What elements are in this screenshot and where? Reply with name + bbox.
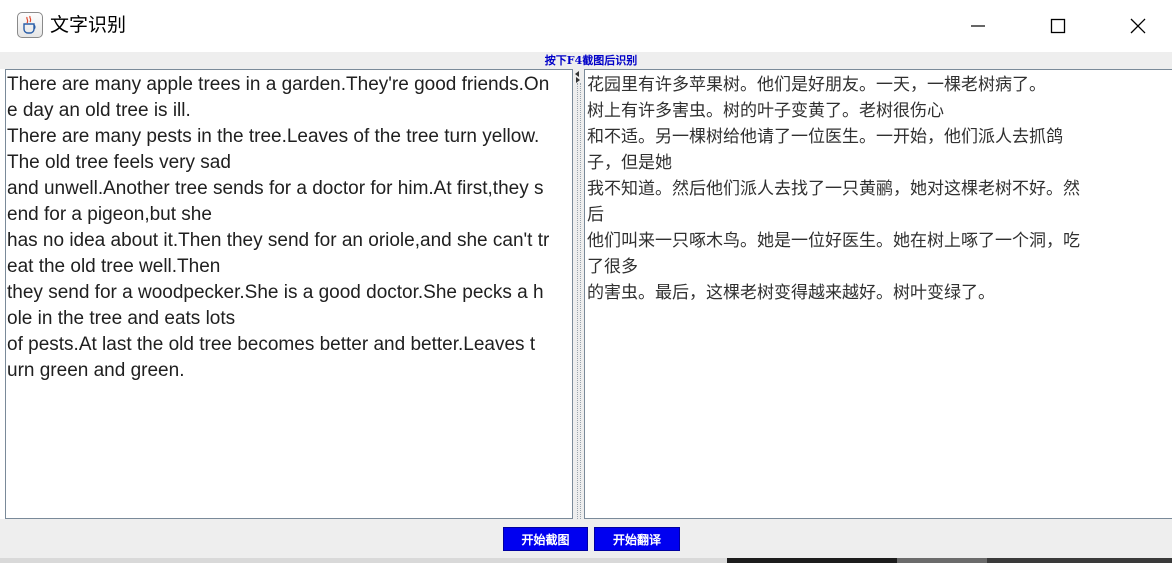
divider-grip [580,83,582,519]
maximize-button[interactable] [1028,6,1088,46]
hint-bar: 按下F4截图后识别 [0,52,1172,69]
window-title: 文字识别 [50,14,127,36]
hint-label: 按下F4截图后识别 [544,54,638,67]
button-bar: 开始截图 开始翻译 [0,519,1172,558]
translated-text-area[interactable]: 花园里有许多苹果树。他们是好朋友。一天，一棵老树病了。 树上有许多害虫。树的叶子… [584,69,1172,519]
start-capture-button[interactable]: 开始截图 [503,527,588,551]
close-button[interactable] [1108,6,1168,46]
ocr-window: 文字识别 按下F4截图后识别 There are many apple tree… [0,0,1172,558]
java-cup-icon [17,12,43,38]
minimize-icon [971,25,985,27]
desktop-segment [0,558,727,563]
recognized-text[interactable]: There are many apple trees in a garden.T… [7,72,572,384]
recognized-text-area[interactable]: There are many apple trees in a garden.T… [5,69,573,519]
divider-grip [577,83,579,519]
desktop-segment [897,558,987,563]
start-translate-button[interactable]: 开始翻译 [594,527,680,551]
translated-text[interactable]: 花园里有许多苹果树。他们是好朋友。一天，一棵老树病了。 树上有许多害虫。树的叶子… [587,72,1171,306]
close-icon [1130,18,1146,34]
desktop-background-strip [0,558,1172,563]
minimize-button[interactable] [948,6,1008,46]
desktop-segment [727,558,897,563]
maximize-icon [1050,18,1066,34]
split-pane-divider[interactable] [573,69,584,519]
desktop-segment [987,558,1172,563]
title-bar[interactable]: 文字识别 [0,0,1172,52]
